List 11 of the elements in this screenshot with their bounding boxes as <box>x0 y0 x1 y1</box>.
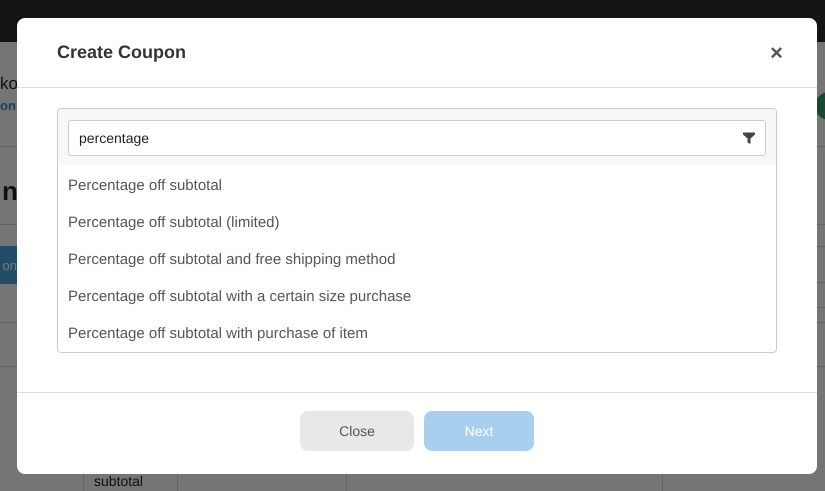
page-title: ko <box>0 74 18 94</box>
page-heading: n <box>2 176 18 207</box>
option-item[interactable]: Percentage off subtotal with purchase of item <box>58 315 776 352</box>
option-item[interactable]: Percentage off subtotal with a certain size purchase <box>58 278 776 315</box>
option-item[interactable]: Percentage off subtotal and free shipping method <box>58 241 776 278</box>
option-item[interactable]: Percentage off subtotal (limited) <box>58 204 776 241</box>
dialog-title: Create Coupon <box>57 42 186 63</box>
option-item[interactable]: Percentage off subtotal <box>58 167 776 204</box>
search-field[interactable]: percentage <box>68 120 766 156</box>
close-button[interactable]: Close <box>300 410 414 450</box>
filter-icon[interactable] <box>742 131 756 145</box>
